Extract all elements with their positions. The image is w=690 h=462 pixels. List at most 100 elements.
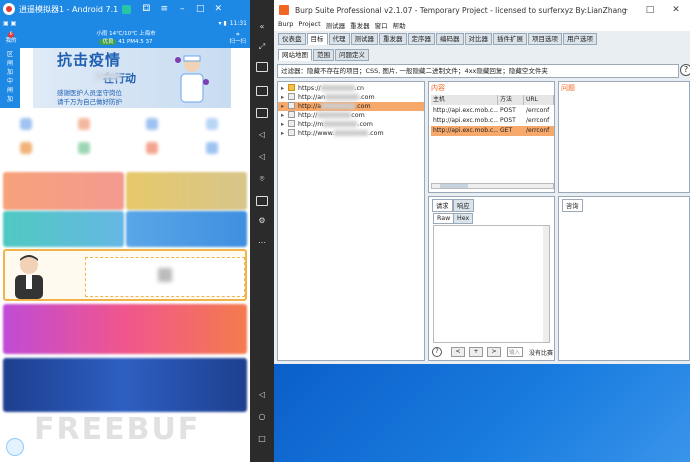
tree-item[interactable]: ▸ http://www. .com — [278, 129, 424, 138]
next-button[interactable]: > — [487, 347, 501, 357]
help-icon[interactable]: ? — [432, 347, 442, 357]
weather-location[interactable]: 小雨 14℃/10℃ 上海市 优良 41 PM4.5 37 — [86, 30, 166, 46]
tab-repeater[interactable]: 重发器 — [379, 33, 407, 45]
menu-project[interactable]: Project — [298, 20, 320, 31]
search-input[interactable]: 输入 — [507, 347, 523, 357]
home-icon[interactable]: ○ — [253, 412, 271, 421]
epidemic-banner[interactable]: 抗击疫情 在行动 感谢医护人员坚守岗位 请千万为自己做好防护 — [33, 48, 231, 108]
settings-icon[interactable]: ⚙ — [253, 216, 271, 225]
tab-intruder[interactable]: 测试器 — [350, 33, 378, 45]
side-category-menu[interactable]: 区 闸 加 中 闸 加 — [0, 48, 20, 108]
col-host[interactable]: 主机 — [431, 95, 498, 105]
expand-icon[interactable]: ▸ — [281, 84, 288, 93]
volume-down-icon[interactable]: ◁ — [253, 152, 271, 161]
location-icon[interactable]: ⌾ — [253, 174, 271, 184]
scan-button[interactable]: ⌗ 扫一扫 — [229, 32, 246, 46]
horizontal-scrollbar[interactable] — [431, 183, 554, 189]
menu-repeater[interactable]: 重发器 — [350, 20, 370, 31]
apk-icon[interactable] — [256, 86, 268, 96]
expand-icon[interactable]: ▸ — [281, 102, 288, 111]
filter-bar[interactable]: 过滤器：隐藏不存在的项目；CSS, 图片, 一般隐藏二进制文件；4xx隐藏回复；… — [277, 64, 679, 78]
menu-help[interactable]: 帮助 — [393, 20, 406, 31]
promo-banner[interactable] — [3, 304, 247, 354]
side-item[interactable]: 加 — [0, 68, 20, 77]
tree-item[interactable]: ▸ https:// .cn — [278, 84, 424, 93]
tab-raw[interactable]: Raw — [433, 213, 455, 224]
tab-user-options[interactable]: 用户选项 — [563, 33, 597, 45]
more-icon[interactable]: ⋯ — [253, 238, 271, 247]
tab-comparer[interactable]: 对比器 — [464, 33, 492, 45]
promo-card[interactable] — [126, 211, 247, 247]
promo-card[interactable] — [126, 172, 247, 210]
tab-dashboard[interactable]: 仪表盘 — [278, 33, 306, 45]
menu-intruder[interactable]: 测试器 — [326, 20, 346, 31]
expand-icon[interactable]: ▸ — [281, 129, 288, 138]
tab-response[interactable]: 响应 — [453, 199, 474, 212]
table-row-selected[interactable]: http://api.exc.mob.c... GET /errconf — [431, 126, 554, 136]
scrollbar-thumb[interactable] — [440, 184, 468, 188]
tab-target[interactable]: 目标 — [306, 33, 328, 45]
minimize-icon[interactable]: – — [618, 5, 634, 15]
profile-button[interactable]: 6 我的 — [3, 31, 19, 45]
folder-icon[interactable] — [256, 196, 268, 206]
tab-proxy[interactable]: 代理 — [328, 33, 350, 45]
side-item[interactable]: 加 — [0, 95, 20, 104]
subtab-issue-definitions[interactable]: 问题定义 — [335, 49, 369, 61]
subtab-site-map[interactable]: 网站地图 — [278, 49, 312, 61]
side-item[interactable]: 闸 — [0, 59, 20, 68]
maximize-icon[interactable]: □ — [191, 4, 209, 14]
tree-item-selected[interactable]: ▸ http://a .com — [278, 102, 424, 111]
table-row[interactable]: http://api.exc.mob.c... POST /errconf — [431, 106, 554, 116]
tab-sequencer[interactable]: 定序器 — [407, 33, 435, 45]
tab-decoder[interactable]: 编码器 — [436, 33, 464, 45]
tree-item[interactable]: ▸ http:// com — [278, 111, 424, 120]
col-url[interactable]: URL — [524, 95, 554, 105]
menu-window[interactable]: 窗口 — [375, 20, 388, 31]
app-icon[interactable] — [146, 118, 158, 130]
game-icon[interactable] — [122, 4, 132, 14]
promo-banner[interactable] — [3, 249, 247, 301]
subtab-scope[interactable]: 范围 — [313, 49, 334, 61]
close-icon[interactable]: ✕ — [668, 5, 684, 15]
menu-icon[interactable]: ≡ — [155, 4, 173, 14]
maximize-icon[interactable]: □ — [642, 5, 658, 15]
collapse-icon[interactable]: « — [253, 22, 271, 31]
app-icon[interactable] — [20, 142, 32, 154]
recents-icon[interactable]: □ — [253, 434, 271, 443]
screenshot-icon[interactable] — [256, 108, 268, 118]
add-button[interactable]: + — [469, 347, 483, 357]
assistant-avatar[interactable] — [6, 438, 24, 456]
volume-up-icon[interactable]: ◁ — [253, 130, 271, 139]
back-icon[interactable]: ◁ — [253, 390, 271, 399]
minimize-icon[interactable]: – — [173, 4, 191, 14]
col-method[interactable]: 方法 — [498, 95, 524, 105]
expand-icon[interactable]: ▸ — [281, 93, 288, 102]
promo-banner[interactable] — [3, 358, 247, 412]
app-icon[interactable] — [20, 118, 32, 130]
side-item[interactable]: 闸 — [0, 86, 20, 95]
promo-card[interactable] — [3, 172, 124, 210]
app-icon[interactable] — [78, 142, 90, 154]
tree-item[interactable]: ▸ http://an .com — [278, 93, 424, 102]
menu-burp[interactable]: Burp — [278, 20, 293, 31]
promo-card[interactable] — [3, 211, 124, 247]
fullscreen-icon[interactable]: ⤢ — [253, 42, 271, 52]
app-icon[interactable] — [206, 142, 218, 154]
tab-request[interactable]: 请求 — [432, 199, 453, 212]
expand-icon[interactable]: ▸ — [281, 111, 288, 120]
app-icon[interactable] — [78, 118, 90, 130]
expand-icon[interactable]: ▸ — [281, 120, 288, 129]
tree-item[interactable]: ▸ http://m .com — [278, 120, 424, 129]
tab-advisory[interactable]: 咨询 — [562, 199, 583, 212]
app-icon[interactable] — [146, 142, 158, 154]
close-icon[interactable]: ✕ — [209, 4, 227, 14]
tab-hex[interactable]: Hex — [453, 213, 474, 224]
side-item[interactable]: 区 — [0, 50, 20, 59]
table-row[interactable]: http://api.exc.mob.c... POST /errconf — [431, 116, 554, 126]
keyboard-icon[interactable] — [256, 62, 268, 72]
help-icon[interactable]: ? — [680, 64, 690, 76]
raw-message-editor[interactable] — [433, 225, 550, 343]
vertical-scrollbar[interactable] — [543, 226, 549, 342]
side-item[interactable]: 中 — [0, 77, 20, 86]
tab-project-options[interactable]: 项目选项 — [528, 33, 562, 45]
